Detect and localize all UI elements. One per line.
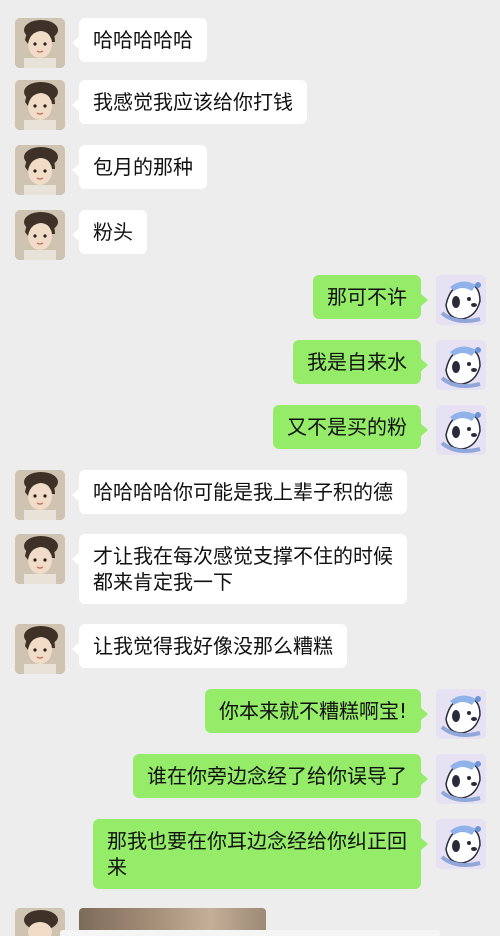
message-bubble[interactable]: 又不是买的粉	[273, 405, 428, 449]
user-avatar[interactable]	[436, 754, 486, 804]
user-avatar[interactable]	[436, 275, 486, 325]
message-bubble[interactable]: 那我也要在你耳边念经给你纠正回 来	[93, 819, 428, 889]
cartoon-dog-avatar-icon	[436, 340, 486, 390]
cartoon-dog-avatar-icon	[436, 754, 486, 804]
message-bubble[interactable]: 粉头	[72, 210, 147, 254]
girl-avatar-icon	[15, 470, 65, 520]
girl-avatar-icon	[15, 145, 65, 195]
message-bubble[interactable]: 才让我在每次感觉支撑不住的时候 都来肯定我一下	[72, 534, 407, 604]
girl-avatar-icon	[15, 80, 65, 130]
message-bubble[interactable]: 谁在你旁边念经了给你误导了	[133, 754, 428, 798]
girl-avatar-icon	[15, 534, 65, 584]
contact-avatar[interactable]	[15, 624, 65, 674]
input-bar-edge	[60, 930, 440, 936]
user-avatar[interactable]	[436, 340, 486, 390]
cartoon-dog-avatar-icon	[436, 275, 486, 325]
message-bubble[interactable]: 你本来就不糟糕啊宝!	[204, 689, 429, 733]
contact-avatar[interactable]	[15, 908, 65, 936]
cartoon-dog-avatar-icon	[436, 405, 486, 455]
contact-avatar[interactable]	[15, 210, 65, 260]
cartoon-dog-avatar-icon	[436, 819, 486, 869]
message-bubble[interactable]: 让我觉得我好像没那么糟糕	[72, 624, 347, 668]
contact-avatar[interactable]	[15, 145, 65, 195]
contact-avatar[interactable]	[15, 18, 65, 68]
message-bubble[interactable]: 那可不许	[313, 275, 428, 319]
cartoon-dog-avatar-icon	[436, 689, 486, 739]
girl-avatar-icon	[15, 210, 65, 260]
message-bubble[interactable]: 包月的那种	[72, 145, 207, 189]
message-bubble[interactable]: 哈哈哈哈哈	[72, 18, 207, 62]
message-bubble[interactable]: 哈哈哈哈你可能是我上辈子积的德	[72, 470, 407, 514]
user-avatar[interactable]	[436, 819, 486, 869]
chat-view: 哈哈哈哈哈 我感觉我应该给你打钱 包月的那种 粉头 那可不许 我是自来水 又不是…	[0, 0, 500, 936]
user-avatar[interactable]	[436, 689, 486, 739]
contact-avatar[interactable]	[15, 80, 65, 130]
message-bubble[interactable]: 我感觉我应该给你打钱	[72, 80, 307, 124]
girl-avatar-icon	[15, 18, 65, 68]
user-avatar[interactable]	[436, 405, 486, 455]
message-bubble[interactable]: 我是自来水	[293, 340, 428, 384]
girl-avatar-icon	[15, 908, 65, 936]
contact-avatar[interactable]	[15, 470, 65, 520]
girl-avatar-icon	[15, 624, 65, 674]
contact-avatar[interactable]	[15, 534, 65, 584]
